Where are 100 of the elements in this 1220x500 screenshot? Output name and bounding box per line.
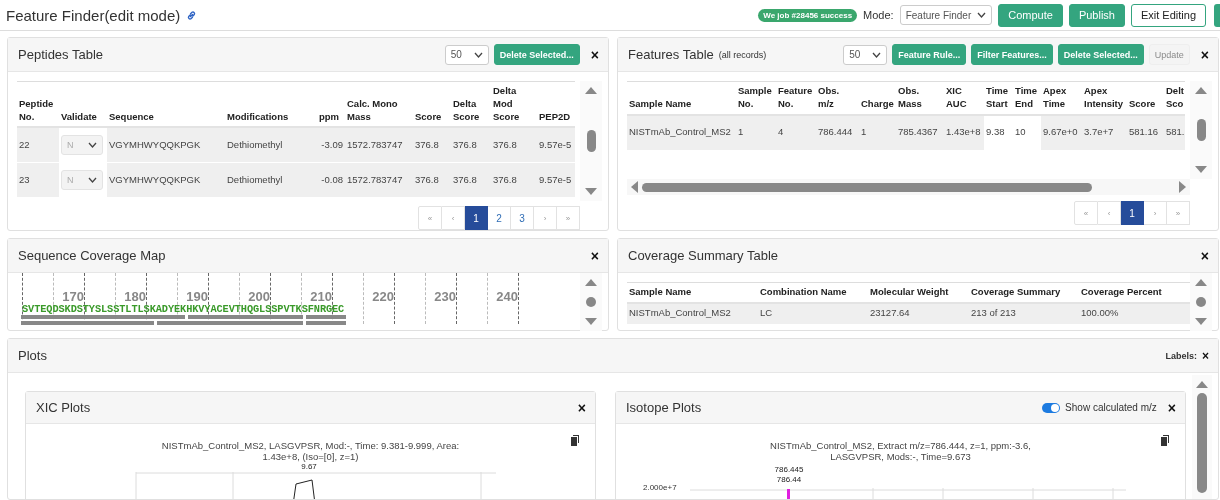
vertical-scrollbar[interactable] — [1190, 273, 1212, 331]
table-cell: 376.8 — [491, 162, 537, 198]
table-cell: 376.8 — [413, 127, 451, 163]
page-link[interactable]: « — [418, 206, 442, 230]
close-button[interactable]: × — [590, 248, 599, 263]
column-header: Score — [1127, 81, 1164, 115]
table-cell: 1 — [859, 114, 896, 151]
page-link[interactable]: ‹ — [1098, 201, 1121, 225]
table-cell: 376.8 — [413, 162, 451, 198]
labels-label: Labels: — [1165, 350, 1197, 361]
page-link[interactable]: » — [1167, 201, 1190, 225]
table-cell: 9.38 — [984, 114, 1013, 151]
axis-tick-label: 190 — [186, 289, 208, 304]
table-cell: -0.08 — [317, 162, 345, 198]
peak-label: 9.67 — [301, 462, 317, 472]
table-cell: 100.00% — [1079, 302, 1191, 325]
close-button[interactable]: × — [577, 400, 586, 415]
close-button[interactable]: × — [590, 47, 599, 62]
page-link[interactable]: › — [534, 206, 557, 230]
page-link[interactable]: » — [557, 206, 580, 230]
column-header: XIC AUC — [944, 81, 984, 115]
column-header: Combination Name — [758, 282, 868, 303]
table-cell: 376.8 — [491, 127, 537, 163]
panel-title: Isotope Plots — [626, 400, 702, 415]
table-cell: 23 — [17, 162, 59, 198]
column-header: Sample Name — [627, 81, 736, 115]
table-cell: 9.67e+0 — [1041, 114, 1082, 151]
action-button[interactable]: Feature Rule... — [892, 44, 967, 65]
axis-tick-label: 240 — [496, 289, 518, 304]
action-button[interactable]: Delete Selected... — [493, 44, 580, 65]
vertical-scrollbar[interactable] — [580, 273, 602, 331]
close-button[interactable]: × — [1200, 47, 1209, 62]
vertical-scrollbar[interactable] — [1190, 81, 1212, 179]
table-cell: 376.8 — [451, 127, 491, 163]
panel-subtitle: (all records) — [718, 49, 767, 60]
close-button[interactable]: × — [1200, 248, 1209, 263]
page-title: Feature Finder(edit mode) — [6, 6, 181, 24]
status-badge: We job #28456 success — [758, 8, 858, 22]
table-cell: 9.57e-5 — [537, 162, 575, 198]
mode-dropdown[interactable]: Feature Finder — [899, 5, 993, 25]
toggle-switch[interactable] — [1042, 402, 1061, 413]
table-cell: VGYMHWYQQKPGK — [107, 162, 225, 198]
page-link[interactable]: ‹ — [442, 206, 465, 230]
toolbar-button[interactable]: Publish — [1068, 3, 1125, 27]
axis-tick-label: 2.000e+7 — [643, 483, 677, 493]
table-cell: 23127.64 — [868, 302, 969, 325]
table-cell: Dethiomethyl — [225, 162, 317, 198]
column-header: Apex Time — [1041, 81, 1082, 115]
page-link[interactable]: 1 — [1121, 201, 1144, 225]
table-cell: Dethiomethyl — [225, 127, 317, 163]
toolbar-button[interactable]: Compute — [998, 3, 1063, 27]
axis-tick-label: 170 — [62, 289, 84, 304]
table-cell: NISTmAb_Control_MS2 — [627, 114, 736, 151]
peak-label: 786.445 — [774, 465, 804, 475]
column-header: Obs. m/z — [816, 81, 859, 115]
action-button[interactable]: Delete Selected... — [1057, 44, 1144, 65]
panel-title: Sequence Coverage Map — [18, 248, 166, 263]
column-header: Time Start — [984, 81, 1013, 115]
close-button[interactable]: × — [1167, 400, 1176, 415]
validate-dropdown[interactable]: N — [61, 170, 103, 191]
validate-dropdown[interactable]: N — [61, 135, 103, 156]
column-header: Sample Name — [627, 282, 758, 303]
axis-tick-label: 180 — [124, 289, 146, 304]
table-cell: 1 — [736, 114, 776, 151]
panel-title: XIC Plots — [36, 400, 91, 415]
page-link[interactable]: 2 — [488, 206, 511, 230]
caret-icon — [473, 51, 483, 58]
column-header: Feature No. — [776, 81, 816, 115]
page-link[interactable]: 3 — [511, 206, 534, 230]
table-cell: 3.7e+7 — [1082, 114, 1127, 151]
table-cell: 581.16 — [1127, 114, 1164, 151]
mode-label: Mode: — [863, 9, 894, 21]
table-cell: VGYMHWYQQKPGK — [107, 127, 225, 163]
page-size-dropdown[interactable]: 50 — [843, 44, 888, 65]
copy-icon[interactable] — [1161, 435, 1171, 446]
link-icon[interactable] — [186, 9, 198, 21]
toolbar-button[interactable] — [1214, 3, 1220, 27]
close-button[interactable]: × — [1202, 349, 1209, 362]
axis-tick-label: 220 — [372, 289, 394, 304]
page-link[interactable]: « — [1074, 201, 1098, 225]
column-header: Delt Sco — [1164, 81, 1185, 115]
page-size-dropdown[interactable]: 50 — [444, 44, 489, 65]
table-cell: 1572.783747 — [345, 127, 413, 163]
copy-icon[interactable] — [571, 435, 581, 446]
toolbar-button[interactable]: Exit Editing — [1130, 3, 1206, 27]
action-button[interactable]: Filter Features... — [971, 44, 1053, 65]
caret-icon — [872, 51, 882, 58]
panel-title: Peptides Table — [18, 47, 104, 62]
vertical-scrollbar[interactable] — [580, 81, 602, 201]
peak-bar — [787, 489, 790, 499]
vertical-scrollbar[interactable] — [1192, 375, 1212, 499]
panel-title: Plots — [18, 348, 47, 363]
xic-trace-drawing — [291, 479, 317, 499]
table-cell: 785.4367 — [896, 114, 944, 151]
column-header: Charge — [859, 81, 896, 115]
page-link[interactable]: › — [1144, 201, 1167, 225]
page-link[interactable]: 1 — [465, 206, 488, 230]
table-cell: 581. — [1164, 114, 1185, 151]
horizontal-scrollbar[interactable] — [627, 179, 1190, 195]
toggle-label: Show calculated m/z — [1065, 402, 1157, 413]
